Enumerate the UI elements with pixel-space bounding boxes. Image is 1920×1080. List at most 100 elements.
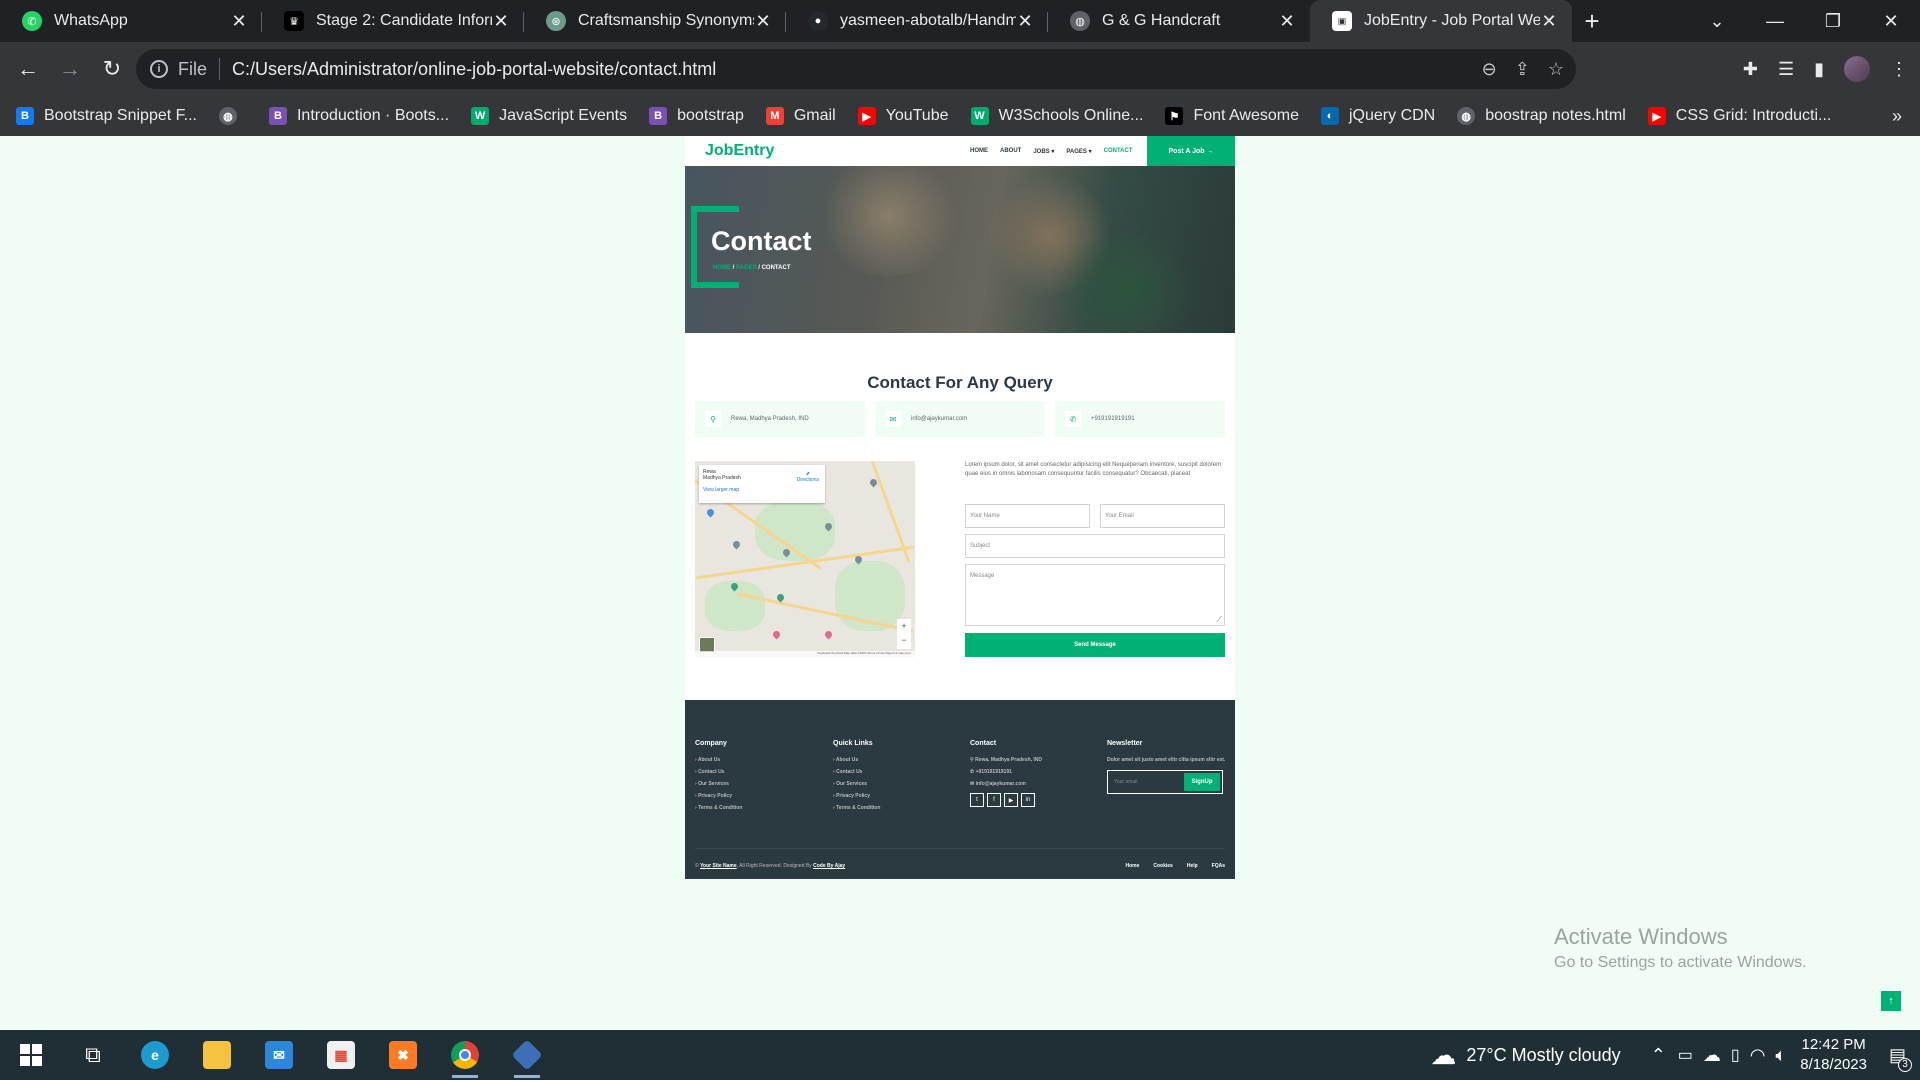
menu-kebab-icon[interactable]: ⋮ <box>1890 59 1908 80</box>
footer-link[interactable]: › Privacy Policy <box>833 793 880 799</box>
device-icon[interactable]: ▯ <box>1731 1045 1740 1065</box>
close-window-icon[interactable]: ✕ <box>1862 0 1920 42</box>
post-job-button[interactable]: Post A Job → <box>1147 136 1235 166</box>
nav-contact[interactable]: CONTACT <box>1104 148 1133 154</box>
close-icon[interactable]: ✕ <box>754 11 772 32</box>
chevron-double-right-icon[interactable]: » <box>1892 106 1902 127</box>
restore-icon[interactable]: ❐ <box>1804 0 1862 42</box>
start-button[interactable] <box>0 1030 62 1080</box>
bookmark-bootstrap-notes[interactable]: ◍ boostrap notes.html <box>1457 107 1626 125</box>
bookmark-w3schools[interactable]: W W3Schools Online... <box>970 107 1143 125</box>
volume-icon[interactable]: 🔈︎ <box>1775 1045 1786 1066</box>
google-map-embed[interactable]: Rewa Madhya Pradesh View larger map ⬈ Dir… <box>695 461 915 657</box>
footer-menu-faqs[interactable]: FQAs <box>1212 863 1225 869</box>
tab-github[interactable]: ● yasmeen-abotalb/HandmM ✕ <box>786 0 1048 42</box>
footer-link[interactable]: › Our Services <box>695 781 742 787</box>
taskbar-clock[interactable]: 12:42 PM 8/18/2023 <box>1800 1035 1867 1075</box>
site-name-link[interactable]: Your Site Name <box>700 863 737 869</box>
close-icon[interactable]: ✕ <box>1016 11 1034 32</box>
xampp-taskbar-button[interactable]: ✖ <box>372 1030 434 1080</box>
footer-link[interactable]: › About Us <box>695 757 742 763</box>
directions-link[interactable]: ⬈ Directions <box>797 471 819 483</box>
footer-menu-cookies[interactable]: Cookies <box>1153 863 1172 869</box>
bookmark-star-icon[interactable]: ☆ <box>1548 59 1564 80</box>
email-field[interactable]: Your Email <box>1100 504 1225 528</box>
breadcrumb-home[interactable]: HOME <box>713 265 731 271</box>
back-icon[interactable]: ← <box>8 49 48 89</box>
resize-handle-icon[interactable]: ⟋ <box>1216 615 1222 625</box>
url-text[interactable]: C:/Users/Administrator/online-job-portal… <box>232 59 716 80</box>
new-tab-button[interactable]: + <box>1572 0 1612 42</box>
notification-center-icon[interactable]: ▤ 3 <box>1889 1045 1912 1072</box>
facebook-icon[interactable]: f <box>987 793 1001 807</box>
git-taskbar-button[interactable] <box>496 1030 558 1080</box>
store-taskbar-button[interactable]: ▦ <box>310 1030 372 1080</box>
weather-temp[interactable]: 27°C <box>1466 1045 1506 1066</box>
breadcrumb-pages[interactable]: PAGES <box>736 265 757 271</box>
onedrive-cloud-icon[interactable]: ☁ <box>1703 1045 1721 1066</box>
footer-link[interactable]: › Contact Us <box>695 769 742 775</box>
nav-jobs[interactable]: JOBS ▾ <box>1033 148 1054 155</box>
file-explorer-taskbar-button[interactable] <box>186 1030 248 1080</box>
tab-whatsapp[interactable]: ✆ WhatsApp ✕ <box>0 0 262 42</box>
extensions-puzzle-icon[interactable]: ✚ <box>1743 59 1758 80</box>
footer-link[interactable]: › Privacy Policy <box>695 793 742 799</box>
bookmark-globe[interactable]: ◍ <box>218 107 247 125</box>
bookmark-introduction[interactable]: B Introduction · Boots... <box>268 107 449 125</box>
forward-icon[interactable]: → <box>50 49 90 89</box>
bookmark-css-grid[interactable]: ▶ CSS Grid: Introducti... <box>1647 107 1831 125</box>
close-icon[interactable]: ✕ <box>1540 11 1558 32</box>
bookmark-gmail[interactable]: M Gmail <box>765 107 836 125</box>
media-queue-icon[interactable]: ☰ <box>1778 59 1794 80</box>
footer-link[interactable]: › Contact Us <box>833 769 880 775</box>
task-view-button[interactable]: ⧉ <box>62 1030 124 1080</box>
footer-link[interactable]: › Our Services <box>833 781 880 787</box>
youtube-icon[interactable]: ▶ <box>1004 793 1018 807</box>
cloud-sun-icon[interactable]: ☁ <box>1430 1040 1456 1071</box>
linkedin-icon[interactable]: in <box>1021 793 1035 807</box>
back-to-top-button[interactable]: ↑ <box>1881 991 1901 1011</box>
bookmark-js-events[interactable]: W JavaScript Events <box>471 107 627 125</box>
reload-icon[interactable]: ↻ <box>92 49 132 89</box>
zoom-in-icon[interactable]: + <box>897 619 911 633</box>
footer-menu-help[interactable]: Help <box>1187 863 1198 869</box>
zoom-out-icon[interactable]: − <box>897 633 911 647</box>
footer-menu-home[interactable]: Home <box>1125 863 1139 869</box>
name-field[interactable]: Your Name <box>965 504 1090 528</box>
bookmark-font-awesome[interactable]: ⚑ Font Awesome <box>1165 107 1299 125</box>
nav-pages[interactable]: PAGES ▾ <box>1066 148 1091 155</box>
subject-field[interactable]: Subject <box>965 534 1225 558</box>
bookmark-bootstrap-snippet[interactable]: B Bootstrap Snippet F... <box>16 107 197 125</box>
profile-avatar[interactable] <box>1844 56 1870 82</box>
wifi-icon[interactable]: ◠ <box>1750 1045 1766 1066</box>
nav-home[interactable]: HOME <box>970 148 988 154</box>
nav-about[interactable]: ABOUT <box>1000 148 1021 154</box>
close-icon[interactable]: ✕ <box>230 11 248 32</box>
mail-taskbar-button[interactable]: ✉ <box>248 1030 310 1080</box>
bookmark-bootstrap[interactable]: Bbootstrap <box>649 107 744 125</box>
brand-logo[interactable]: JobEntry <box>705 142 774 160</box>
footer-link[interactable]: › About Us <box>833 757 880 763</box>
side-panel-icon[interactable]: ▮ <box>1814 59 1824 80</box>
footer-link[interactable]: › Terms & Condition <box>833 805 880 811</box>
chevron-up-icon[interactable]: ⌃ <box>1651 1045 1666 1066</box>
tab-gg-handcraft[interactable]: ◍ G & G Handcraft ✕ <box>1048 0 1310 42</box>
share-icon[interactable]: ⇪ <box>1515 59 1530 80</box>
chrome-taskbar-button[interactable] <box>434 1030 496 1080</box>
omnibox[interactable]: i File C:/Users/Administrator/online-job… <box>136 49 1576 89</box>
footer-link[interactable]: › Terms & Condition <box>695 805 742 811</box>
tab-craftsmanship[interactable]: ⊛ Craftsmanship Synonyms ✕ <box>524 0 786 42</box>
newsletter-email-input[interactable]: Your email SignUp <box>1107 770 1223 794</box>
tab-stage2[interactable]: ♛ Stage 2: Candidate Informat ✕ <box>262 0 524 42</box>
bookmark-jquery[interactable]: ◐ jQuery CDN <box>1321 107 1435 125</box>
tab-jobentry[interactable]: ▣ JobEntry - Job Portal Websi ✕ <box>1310 0 1572 42</box>
message-textarea[interactable]: Message ⟋ <box>965 564 1225 626</box>
signup-button[interactable]: SignUp <box>1184 773 1220 791</box>
bookmark-youtube[interactable]: ▶ YouTube <box>857 107 949 125</box>
edge-taskbar-button[interactable]: e <box>124 1030 186 1080</box>
battery-icon[interactable]: ▭ <box>1678 1045 1693 1065</box>
minimize-icon[interactable]: — <box>1746 0 1804 42</box>
send-message-button[interactable]: Send Message <box>965 633 1225 657</box>
twitter-icon[interactable]: t <box>970 793 984 807</box>
tab-search-icon[interactable]: ⌄ <box>1688 0 1746 42</box>
